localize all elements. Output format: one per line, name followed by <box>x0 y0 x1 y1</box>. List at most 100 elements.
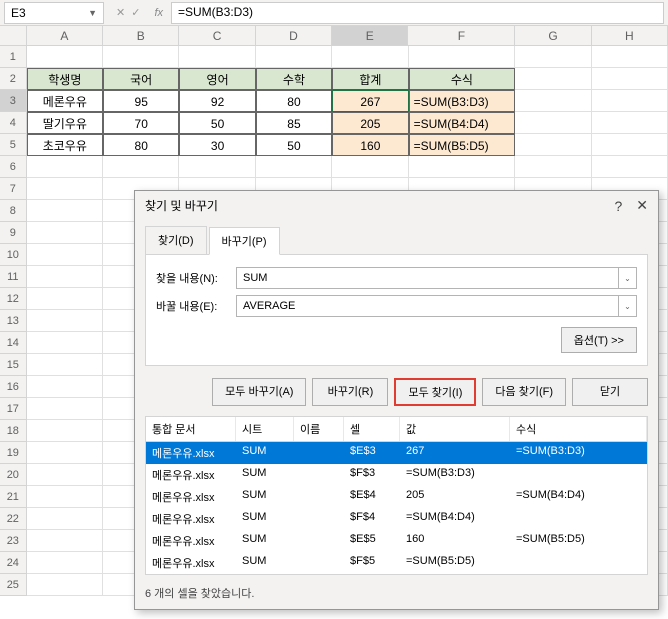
cell[interactable]: 수식 <box>409 68 516 90</box>
tab-find[interactable]: 찾기(D) <box>145 226 207 254</box>
cell[interactable] <box>27 420 103 442</box>
row-header[interactable]: 11 <box>0 266 27 288</box>
cell[interactable] <box>179 46 255 68</box>
row-header[interactable]: 22 <box>0 508 27 530</box>
cell[interactable]: 160 <box>332 134 408 156</box>
row-header[interactable]: 13 <box>0 310 27 332</box>
cell[interactable]: 국어 <box>103 68 179 90</box>
cell[interactable] <box>27 552 103 574</box>
cell[interactable]: 205 <box>332 112 408 134</box>
row-header[interactable]: 23 <box>0 530 27 552</box>
cell[interactable]: 92 <box>179 90 255 112</box>
cell[interactable]: 85 <box>256 112 332 134</box>
cell[interactable]: 초코우유 <box>27 134 103 156</box>
cell[interactable] <box>592 134 668 156</box>
col-header[interactable]: B <box>103 26 179 45</box>
cell[interactable] <box>27 46 103 68</box>
result-row[interactable]: 메론우유.xlsxSUM$E$4205=SUM(B4:D4) <box>146 486 647 508</box>
select-all-corner[interactable] <box>0 26 27 45</box>
cell[interactable] <box>27 486 103 508</box>
results-col-name[interactable]: 이름 <box>294 417 344 441</box>
cell[interactable]: 수학 <box>256 68 332 90</box>
cell[interactable]: =SUM(B3:D3) <box>409 90 516 112</box>
row-header[interactable]: 18 <box>0 420 27 442</box>
cell[interactable] <box>27 332 103 354</box>
help-icon[interactable]: ? <box>614 198 622 214</box>
cell[interactable]: 95 <box>103 90 179 112</box>
cell[interactable] <box>592 90 668 112</box>
cell[interactable] <box>27 222 103 244</box>
cell[interactable]: 합계 <box>332 68 408 90</box>
cell[interactable] <box>256 46 332 68</box>
col-header[interactable]: D <box>256 26 332 45</box>
cell[interactable] <box>179 156 255 178</box>
row-header[interactable]: 25 <box>0 574 27 596</box>
cell[interactable]: =SUM(B5:D5) <box>409 134 516 156</box>
row-header[interactable]: 3 <box>0 90 27 112</box>
row-header[interactable]: 4 <box>0 112 27 134</box>
cell[interactable] <box>592 46 668 68</box>
cell[interactable] <box>27 442 103 464</box>
cell[interactable]: 영어 <box>179 68 255 90</box>
cell[interactable] <box>27 398 103 420</box>
dialog-titlebar[interactable]: 찾기 및 바꾸기 ? ✕ <box>135 191 658 220</box>
find-next-button[interactable]: 다음 찾기(F) <box>482 378 566 406</box>
cell[interactable]: 50 <box>256 134 332 156</box>
cell[interactable]: 딸기우유 <box>27 112 103 134</box>
chevron-down-icon[interactable]: ⌄ <box>619 267 637 289</box>
row-header[interactable]: 10 <box>0 244 27 266</box>
row-header[interactable]: 19 <box>0 442 27 464</box>
results-col-value[interactable]: 값 <box>400 417 510 441</box>
cell[interactable] <box>27 354 103 376</box>
results-col-formula[interactable]: 수식 <box>510 417 647 441</box>
cell[interactable] <box>515 112 591 134</box>
cell[interactable] <box>27 574 103 596</box>
cell[interactable] <box>27 156 103 178</box>
col-header[interactable]: C <box>179 26 255 45</box>
result-row[interactable]: 메론우유.xlsxSUM$F$3=SUM(B3:D3) <box>146 464 647 486</box>
replace-button[interactable]: 바꾸기(R) <box>312 378 388 406</box>
results-col-sheet[interactable]: 시트 <box>236 417 294 441</box>
cell[interactable] <box>332 46 408 68</box>
col-header[interactable]: F <box>408 26 515 45</box>
results-col-book[interactable]: 통합 문서 <box>146 417 236 441</box>
result-row[interactable]: 메론우유.xlsxSUM$E$3267=SUM(B3:D3) <box>146 442 647 464</box>
cell[interactable]: 80 <box>103 134 179 156</box>
row-header[interactable]: 5 <box>0 134 27 156</box>
row-header[interactable]: 9 <box>0 222 27 244</box>
row-header[interactable]: 24 <box>0 552 27 574</box>
cell[interactable] <box>27 508 103 530</box>
cell[interactable] <box>256 156 332 178</box>
cell[interactable] <box>592 156 668 178</box>
cell[interactable] <box>27 464 103 486</box>
cell[interactable]: 267 <box>332 90 408 112</box>
row-header[interactable]: 15 <box>0 354 27 376</box>
options-button[interactable]: 옵션(T) >> <box>561 327 637 353</box>
row-header[interactable]: 1 <box>0 46 27 68</box>
cell[interactable] <box>409 46 516 68</box>
cell[interactable]: 50 <box>179 112 255 134</box>
find-all-button[interactable]: 모두 찾기(I) <box>394 378 476 406</box>
cell[interactable] <box>592 68 668 90</box>
chevron-down-icon[interactable]: ⌄ <box>619 295 637 317</box>
cell[interactable] <box>515 90 591 112</box>
tab-replace[interactable]: 바꾸기(P) <box>209 227 280 255</box>
row-header[interactable]: 2 <box>0 68 27 90</box>
cell[interactable] <box>515 68 591 90</box>
cell[interactable]: 70 <box>103 112 179 134</box>
cell[interactable]: 80 <box>256 90 332 112</box>
result-row[interactable]: 메론우유.xlsxSUM$F$4=SUM(B4:D4) <box>146 508 647 530</box>
cancel-icon[interactable]: ✕ <box>116 6 125 19</box>
close-button[interactable]: 닫기 <box>572 378 648 406</box>
row-header[interactable]: 20 <box>0 464 27 486</box>
cell[interactable] <box>27 310 103 332</box>
row-header[interactable]: 14 <box>0 332 27 354</box>
cell[interactable]: 30 <box>179 134 255 156</box>
chevron-down-icon[interactable]: ▼ <box>88 8 97 18</box>
cell[interactable] <box>103 156 179 178</box>
cell[interactable] <box>27 200 103 222</box>
results-col-cell[interactable]: 셀 <box>344 417 400 441</box>
result-row[interactable]: 메론우유.xlsxSUM$F$5=SUM(B5:D5) <box>146 552 647 574</box>
cell[interactable] <box>515 46 591 68</box>
row-header[interactable]: 12 <box>0 288 27 310</box>
